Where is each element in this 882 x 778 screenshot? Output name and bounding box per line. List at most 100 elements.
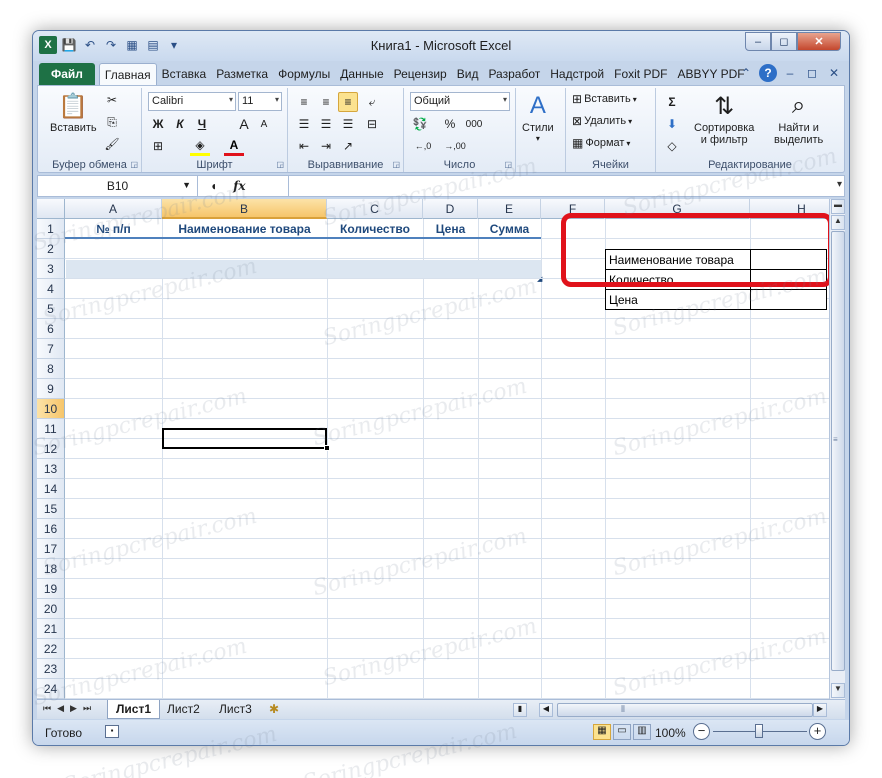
macro-record-icon[interactable]: ▪ <box>105 725 119 738</box>
align-left-icon[interactable]: ☰ <box>294 114 314 134</box>
column-header-d[interactable]: D <box>423 199 478 219</box>
first-sheet-icon[interactable]: ⏮ <box>43 703 51 714</box>
split-box-h-icon[interactable]: ▮ <box>513 703 527 717</box>
expand-formula-bar-icon[interactable]: ▾ <box>837 179 842 190</box>
row-header-16[interactable]: 16 <box>37 519 65 539</box>
zoom-out-button[interactable]: − <box>693 723 710 740</box>
row-header-14[interactable]: 14 <box>37 479 65 499</box>
percent-icon[interactable]: % <box>440 114 460 134</box>
row-header-24[interactable]: 24 <box>37 679 65 699</box>
row-header-3[interactable]: 3 <box>37 259 65 279</box>
sheet-tab-2[interactable]: Лист2 <box>159 700 208 719</box>
fill-color-icon[interactable]: ◈ <box>190 136 210 156</box>
find-select-button[interactable]: ⌕ Найти и выделить <box>774 90 823 146</box>
row-header-7[interactable]: 7 <box>37 339 65 359</box>
workbook-close-icon[interactable]: ✕ <box>825 64 843 82</box>
next-sheet-icon[interactable]: ▶ <box>70 703 77 714</box>
increase-decimal-icon[interactable]: ←,0 <box>410 136 436 156</box>
cell-c1[interactable]: Количество <box>327 219 423 239</box>
row-header-4[interactable]: 4 <box>37 279 65 299</box>
row-header-22[interactable]: 22 <box>37 639 65 659</box>
insert-sheet-icon[interactable]: ✱ <box>269 702 279 716</box>
tab-view[interactable]: Вид <box>452 63 484 85</box>
row-header-10[interactable]: 10 <box>37 399 65 419</box>
tab-home[interactable]: Главная <box>98 63 157 85</box>
formula-input[interactable] <box>288 176 828 196</box>
font-size-combo[interactable]: 11 ▾ <box>238 92 282 111</box>
cut-icon[interactable]: ✂ <box>102 90 122 110</box>
tab-review[interactable]: Рецензир <box>389 63 452 85</box>
help-icon[interactable]: ? <box>759 64 777 82</box>
horizontal-scrollbar[interactable]: ▮ ◀ ⦀ ▶ <box>513 703 827 717</box>
minimize-button[interactable]: – <box>745 32 771 51</box>
collapse-ribbon-icon[interactable]: ⌃ <box>737 64 755 82</box>
align-bottom-icon[interactable]: ≡ <box>338 92 358 112</box>
styles-button[interactable]: A Стили ▾ <box>522 90 554 143</box>
split-box-icon[interactable]: ▬ <box>831 199 845 214</box>
name-box-dropdown-icon[interactable]: ▼ <box>182 180 191 190</box>
wrap-text-icon[interactable]: ⤶ <box>362 92 382 112</box>
active-cell-b10[interactable] <box>162 428 327 449</box>
row-header-18[interactable]: 18 <box>37 559 65 579</box>
align-top-icon[interactable]: ≡ <box>294 92 314 112</box>
tab-page-layout[interactable]: Разметка <box>211 63 273 85</box>
tab-addins[interactable]: Надстрой <box>545 63 609 85</box>
format-painter-icon[interactable]: 🖌 <box>102 134 122 154</box>
tab-data[interactable]: Данные <box>335 63 388 85</box>
row-header-2[interactable]: 2 <box>37 239 65 259</box>
cell-h3[interactable] <box>750 289 827 310</box>
bold-button[interactable]: Ж <box>148 114 168 134</box>
clear-icon[interactable]: ◇ <box>662 136 682 156</box>
row-header-15[interactable]: 15 <box>37 499 65 519</box>
column-header-c[interactable]: C <box>327 199 423 219</box>
align-middle-icon[interactable]: ≡ <box>316 92 336 112</box>
paste-button[interactable]: 📋 Вставить <box>50 90 97 135</box>
merge-cells-icon[interactable]: ⊟ <box>362 114 382 134</box>
zoom-slider-thumb[interactable] <box>755 724 763 738</box>
grow-font-icon[interactable]: A <box>234 114 254 134</box>
borders-icon[interactable]: ⊞ <box>148 136 168 156</box>
align-center-icon[interactable]: ☰ <box>316 114 336 134</box>
font-color-icon[interactable]: A <box>224 136 244 156</box>
row-header-13[interactable]: 13 <box>37 459 65 479</box>
zoom-level[interactable]: 100% <box>655 726 686 740</box>
workbook-minimize-icon[interactable]: – <box>781 64 799 82</box>
decrease-decimal-icon[interactable]: →,00 <box>440 136 470 156</box>
name-box[interactable]: B10 ▼ <box>38 176 198 196</box>
format-cells-button[interactable]: ▦ Формат ▾ <box>572 136 630 150</box>
prev-sheet-icon[interactable]: ◀ <box>57 703 64 714</box>
scroll-right-icon[interactable]: ▶ <box>813 703 827 717</box>
table-resize-handle-icon[interactable]: ◢ <box>537 275 542 283</box>
tab-formulas[interactable]: Формулы <box>273 63 335 85</box>
vertical-scroll-thumb[interactable] <box>831 231 845 671</box>
sheet-tab-3[interactable]: Лист3 <box>211 700 260 719</box>
close-button[interactable]: ✕ <box>797 32 841 51</box>
tab-file[interactable]: Файл <box>39 63 95 85</box>
row-header-11[interactable]: 11 <box>37 419 65 439</box>
column-header-b[interactable]: B <box>162 199 327 219</box>
row-header-6[interactable]: 6 <box>37 319 65 339</box>
row-header-17[interactable]: 17 <box>37 539 65 559</box>
zoom-in-button[interactable]: + <box>809 723 826 740</box>
vertical-scrollbar[interactable]: ▬ ▲ ≡ ▼ <box>829 199 845 699</box>
sort-filter-button[interactable]: ⇅ Сортировка и фильтр <box>694 90 754 147</box>
row-header-5[interactable]: 5 <box>37 299 65 319</box>
tab-insert[interactable]: Вставка <box>157 63 212 85</box>
cell-d1[interactable]: Цена <box>423 219 478 239</box>
row-header-19[interactable]: 19 <box>37 579 65 599</box>
insert-function-icon[interactable]: fx <box>233 179 245 193</box>
currency-icon[interactable]: 💱 <box>410 114 430 134</box>
tab-foxit-pdf[interactable]: Foxit PDF <box>609 63 672 85</box>
row-header-8[interactable]: 8 <box>37 359 65 379</box>
cell-b1[interactable]: Наименование товара <box>162 219 327 239</box>
number-format-combo[interactable]: Общий ▾ <box>410 92 510 111</box>
tab-developer[interactable]: Разработ <box>483 63 545 85</box>
align-right-icon[interactable]: ☰ <box>338 114 358 134</box>
cell-a1[interactable]: № п/п <box>65 219 162 239</box>
row-header-23[interactable]: 23 <box>37 659 65 679</box>
sheet-tab-1[interactable]: Лист1 <box>107 700 161 719</box>
orientation-icon[interactable]: ↗ <box>338 136 358 156</box>
fill-icon[interactable]: ⬇ <box>662 114 682 134</box>
last-sheet-icon[interactable]: ⏭ <box>83 703 91 714</box>
cell-e1[interactable]: Сумма <box>478 219 541 239</box>
